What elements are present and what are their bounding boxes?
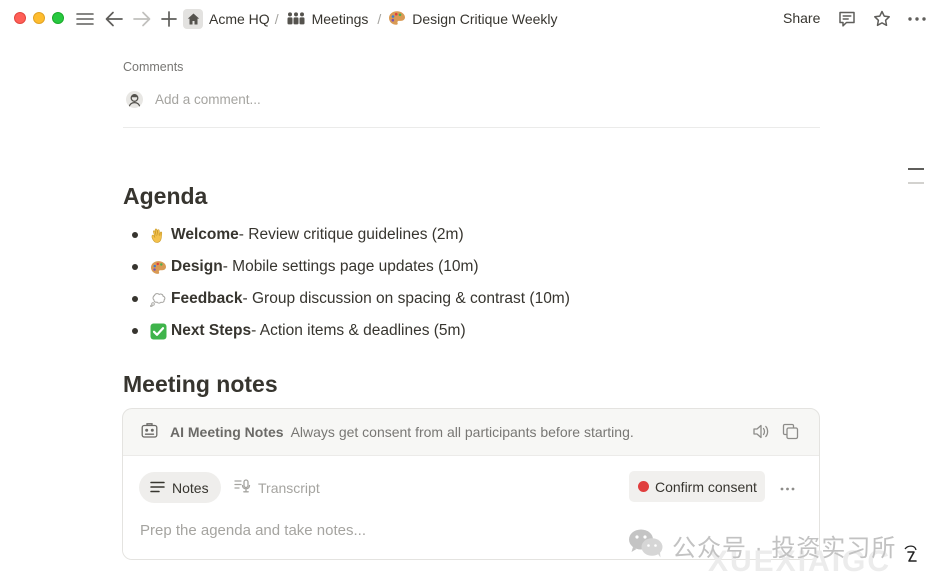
more-options-icon[interactable] [906, 8, 928, 30]
thought-bubble-icon [150, 291, 167, 308]
more-options-icon[interactable] [780, 478, 795, 496]
breadcrumb-separator: / [377, 11, 382, 27]
people-icon [286, 11, 306, 28]
bullet [132, 232, 138, 238]
breadcrumb-meetings-label: Meetings [311, 11, 369, 27]
share-button[interactable]: Share [783, 10, 820, 26]
check-mark-button-icon [150, 323, 167, 340]
bullet [132, 328, 138, 334]
watermark-text: 公众号 · 投资实习所 [672, 535, 897, 562]
agenda-heading: Agenda [123, 183, 208, 209]
tab-transcript[interactable]: Transcript [234, 472, 320, 503]
agenda-item-description: - Review critique guidelines (2m) [238, 226, 464, 243]
consent-reminder-text: Always get consent from all participants… [290, 424, 634, 440]
comments-heading: Comments [123, 60, 184, 74]
new-page-plus-icon[interactable] [158, 8, 180, 30]
list-item: Next Steps - Action items & deadlines (5… [128, 315, 570, 347]
top-bar: Acme HQ / Meetings / Design Critique Wee… [0, 0, 943, 38]
agenda-item-description: - Group discussion on spacing & contrast… [242, 290, 570, 307]
add-comment-row[interactable]: Add a comment... [126, 91, 261, 108]
agenda-item-title: Next Steps [171, 322, 252, 339]
tab-transcript-label: Transcript [258, 479, 320, 496]
breadcrumb-separator: / [274, 11, 279, 27]
ai-notes-header-actions [752, 423, 799, 445]
ai-meeting-notes-title: AI Meeting Notes [170, 424, 284, 440]
add-comment-input[interactable]: Add a comment... [155, 92, 261, 107]
agenda-list: Welcome - Review critique guidelines (2m… [128, 219, 570, 347]
tab-notes[interactable]: Notes [139, 472, 221, 503]
copy-icon[interactable] [782, 423, 799, 445]
zoom-window-button[interactable] [52, 12, 64, 24]
agenda-item-title: Design [171, 258, 223, 275]
forward-arrow-icon[interactable] [131, 8, 153, 30]
minimize-window-button[interactable] [33, 12, 45, 24]
favorite-star-icon[interactable] [871, 8, 893, 30]
cursor-pointer-icon [900, 543, 922, 570]
wechat-icon [628, 528, 664, 563]
palette-icon [150, 259, 167, 276]
sidebar-menu-icon[interactable] [74, 8, 96, 30]
back-arrow-icon[interactable] [103, 8, 125, 30]
home-icon [183, 9, 203, 29]
comments-divider [123, 127, 820, 128]
breadcrumb: Acme HQ / Meetings / Design Critique Wee… [183, 8, 558, 30]
ai-meeting-notes-header: AI Meeting Notes Always get consent from… [123, 409, 819, 455]
agenda-item-title: Welcome [171, 226, 239, 243]
meeting-notes-heading: Meeting notes [123, 371, 278, 397]
breadcrumb-workspace[interactable]: Acme HQ [183, 9, 270, 29]
transcript-mic-icon [234, 479, 251, 496]
list-item: Welcome - Review critique guidelines (2m… [128, 219, 570, 251]
watermark: 公众号 · 投资实习所 [628, 528, 896, 563]
tab-notes-label: Notes [172, 479, 209, 496]
confirm-consent-label: Confirm consent [655, 478, 757, 495]
close-window-button[interactable] [14, 12, 26, 24]
speaker-icon[interactable] [752, 423, 770, 445]
notes-lines-icon [150, 480, 165, 496]
agenda-item-description: - Mobile settings page updates (10m) [222, 258, 479, 275]
breadcrumb-page-label: Design Critique Weekly [412, 11, 558, 27]
window-controls [14, 12, 64, 24]
breadcrumb-workspace-label: Acme HQ [209, 11, 270, 27]
record-dot-icon [638, 481, 649, 492]
bullet [132, 296, 138, 302]
list-item: Design - Mobile settings page updates (1… [128, 251, 570, 283]
avatar [126, 91, 143, 108]
palette-icon [388, 10, 406, 29]
comments-icon[interactable] [836, 8, 858, 30]
toc-line [908, 182, 924, 184]
list-item: Feedback - Group discussion on spacing &… [128, 283, 570, 315]
table-of-contents-indicator[interactable] [908, 168, 924, 196]
waving-hand-icon [150, 227, 167, 244]
bullet [132, 264, 138, 270]
notes-input[interactable]: Prep the agenda and take notes... [140, 522, 366, 539]
breadcrumb-page[interactable]: Design Critique Weekly [388, 10, 558, 29]
toc-line-active [908, 168, 924, 170]
confirm-consent-button[interactable]: Confirm consent [629, 471, 765, 502]
agenda-item-title: Feedback [171, 290, 243, 307]
meeting-notes-icon [141, 422, 158, 442]
breadcrumb-meetings[interactable]: Meetings [286, 11, 369, 28]
agenda-item-description: - Action items & deadlines (5m) [251, 322, 466, 339]
